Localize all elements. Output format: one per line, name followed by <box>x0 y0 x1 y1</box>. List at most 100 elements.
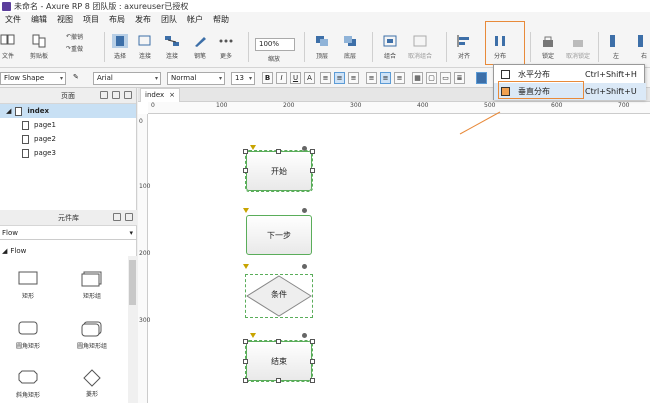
unlock-button[interactable]: 取消锁定 <box>566 34 590 60</box>
connect-button[interactable]: 连接 <box>137 34 153 60</box>
collapse-icon[interactable]: ◢ <box>6 107 11 115</box>
redo-button[interactable]: ↷ 重做 <box>66 44 83 53</box>
left-panel-toggle[interactable]: 左 <box>608 34 624 60</box>
resize-handle[interactable] <box>243 168 248 173</box>
fill-color-button[interactable]: ▦ <box>412 72 423 84</box>
undo-button[interactable]: ↶ 撤销 <box>66 32 83 41</box>
rotation-handle[interactable] <box>302 264 307 269</box>
resize-handle[interactable] <box>310 168 315 173</box>
library-group-flow[interactable]: ◢ Flow <box>0 244 137 258</box>
italic-button[interactable]: I <box>276 72 287 84</box>
widget-rounded-rectangle-group[interactable]: 圆角矩形组 <box>68 321 116 350</box>
widget-rectangle[interactable]: 矩形 <box>10 271 46 300</box>
menu-view[interactable]: 视图 <box>52 14 78 25</box>
page-item[interactable]: page3 <box>0 146 136 160</box>
lock-button[interactable]: 锁定 <box>540 34 556 60</box>
title-bar: 未命名 - Axure RP 8 团队版 : axureuser已授权 <box>0 0 650 12</box>
fill-swatch-button[interactable] <box>476 72 487 84</box>
page-item[interactable]: page1 <box>0 118 136 132</box>
horizontal-ruler: 0 100 200 300 400 500 600 700 <box>148 102 650 114</box>
valign-middle-button[interactable]: ≡ <box>380 72 391 84</box>
align-left-button[interactable]: ≡ <box>320 72 331 84</box>
beveled-rectangle-icon <box>18 370 38 384</box>
group-button[interactable]: 组合 <box>382 34 398 60</box>
underline-button[interactable]: U <box>290 72 301 84</box>
close-icon[interactable]: × <box>169 89 175 102</box>
page-icon <box>22 120 29 130</box>
resize-handle[interactable] <box>243 378 248 383</box>
style-select[interactable]: Flow Shape ▾ <box>0 72 66 85</box>
right-panel-toggle[interactable]: 右 <box>636 34 650 60</box>
window-title: 未命名 - Axure RP 8 团队版 : axureuser已授权 <box>14 1 189 11</box>
clipboard-button[interactable]: 剪贴板 <box>30 34 48 60</box>
widget-beveled-rectangle[interactable]: 斜角矩形 <box>10 370 46 399</box>
border-color-button[interactable]: ▭ <box>440 72 451 84</box>
resize-handle[interactable] <box>243 339 248 344</box>
collapse-icon[interactable]: ◢ <box>2 247 7 255</box>
align-center-button[interactable]: ≡ <box>334 72 345 84</box>
tab-index[interactable]: index × <box>140 88 180 102</box>
flow-node-condition[interactable]: 条件 <box>245 274 313 318</box>
menu-file[interactable]: 文件 <box>0 14 26 25</box>
search-icon[interactable] <box>124 91 132 99</box>
menu-account[interactable]: 帐户 <box>182 14 208 25</box>
style-edit-icon[interactable]: ✎ <box>70 72 84 85</box>
font-size-select[interactable]: 13 ▾ <box>231 72 255 85</box>
resize-handle[interactable] <box>276 149 281 154</box>
resize-handle[interactable] <box>276 378 281 383</box>
valign-bottom-button[interactable]: ≡ <box>394 72 405 84</box>
add-page-icon[interactable] <box>100 91 108 99</box>
valign-top-button[interactable]: ≡ <box>366 72 377 84</box>
search-icon[interactable] <box>125 213 133 221</box>
font-weight-select[interactable]: Normal ▾ <box>167 72 225 85</box>
border-width-button[interactable]: ≣ <box>454 72 465 84</box>
flow-node-start[interactable]: 开始 <box>245 150 313 192</box>
resize-handle[interactable] <box>310 149 315 154</box>
more-button[interactable]: 更多 <box>218 34 234 60</box>
resize-handle[interactable] <box>310 359 315 364</box>
widget-rectangle-group[interactable]: 矩形组 <box>74 271 110 300</box>
menu-help[interactable]: 帮助 <box>208 14 234 25</box>
select-button[interactable]: 选择 <box>112 34 128 60</box>
bold-button[interactable]: B <box>262 72 273 84</box>
zoom-select[interactable]: 100% <box>255 38 295 51</box>
flow-node-next-step[interactable]: 下一步 <box>246 215 312 255</box>
resize-handle[interactable] <box>243 149 248 154</box>
page-item[interactable]: page2 <box>0 132 136 146</box>
shadow-button[interactable]: ▢ <box>426 72 437 84</box>
menu-layout[interactable]: 布局 <box>104 14 130 25</box>
resize-handle[interactable] <box>310 339 315 344</box>
align-button[interactable]: 对齐 <box>456 34 472 60</box>
align-right-button[interactable]: ≡ <box>348 72 359 84</box>
font-select[interactable]: Arial ▾ <box>93 72 161 85</box>
library-scrollbar[interactable] <box>128 256 137 403</box>
resize-handle[interactable] <box>243 359 248 364</box>
library-menu-icon[interactable] <box>113 213 121 221</box>
ungroup-button[interactable]: 取消组合 <box>408 34 432 60</box>
pen-button[interactable]: 钢笔 <box>192 34 208 60</box>
page-root-item[interactable]: ◢ index <box>0 104 136 118</box>
menu-publish[interactable]: 发布 <box>130 14 156 25</box>
flow-node-end[interactable]: 结束 <box>245 340 313 382</box>
file-button[interactable]: 文件 <box>0 34 16 60</box>
bring-to-top-button[interactable]: 顶层 <box>314 34 330 60</box>
vertical-distribute-highlight-box <box>498 81 584 99</box>
menu-edit[interactable]: 编辑 <box>26 14 52 25</box>
menu-team[interactable]: 团队 <box>156 14 182 25</box>
send-to-bottom-button[interactable]: 底层 <box>342 34 358 60</box>
menu-project[interactable]: 项目 <box>78 14 104 25</box>
widget-diamond[interactable]: 菱形 <box>74 369 110 398</box>
file-icon <box>0 34 16 48</box>
connector-button[interactable]: 连接 <box>164 34 180 60</box>
resize-handle[interactable] <box>310 378 315 383</box>
library-select[interactable]: Flow ▾ <box>0 226 137 240</box>
add-folder-icon[interactable] <box>112 91 120 99</box>
text-color-button[interactable]: A <box>304 72 315 84</box>
rotation-handle[interactable] <box>302 333 307 338</box>
rotation-handle[interactable] <box>302 208 307 213</box>
widget-rounded-rectangle[interactable]: 圆角矩形 <box>10 321 46 350</box>
left-panel-icon <box>608 34 624 48</box>
left-panel: 页面 ◢ index page1 page2 page3 元件库 Flow▾ <box>0 88 137 403</box>
zoom-label: 缩放 <box>268 56 281 63</box>
resize-handle[interactable] <box>276 339 281 344</box>
